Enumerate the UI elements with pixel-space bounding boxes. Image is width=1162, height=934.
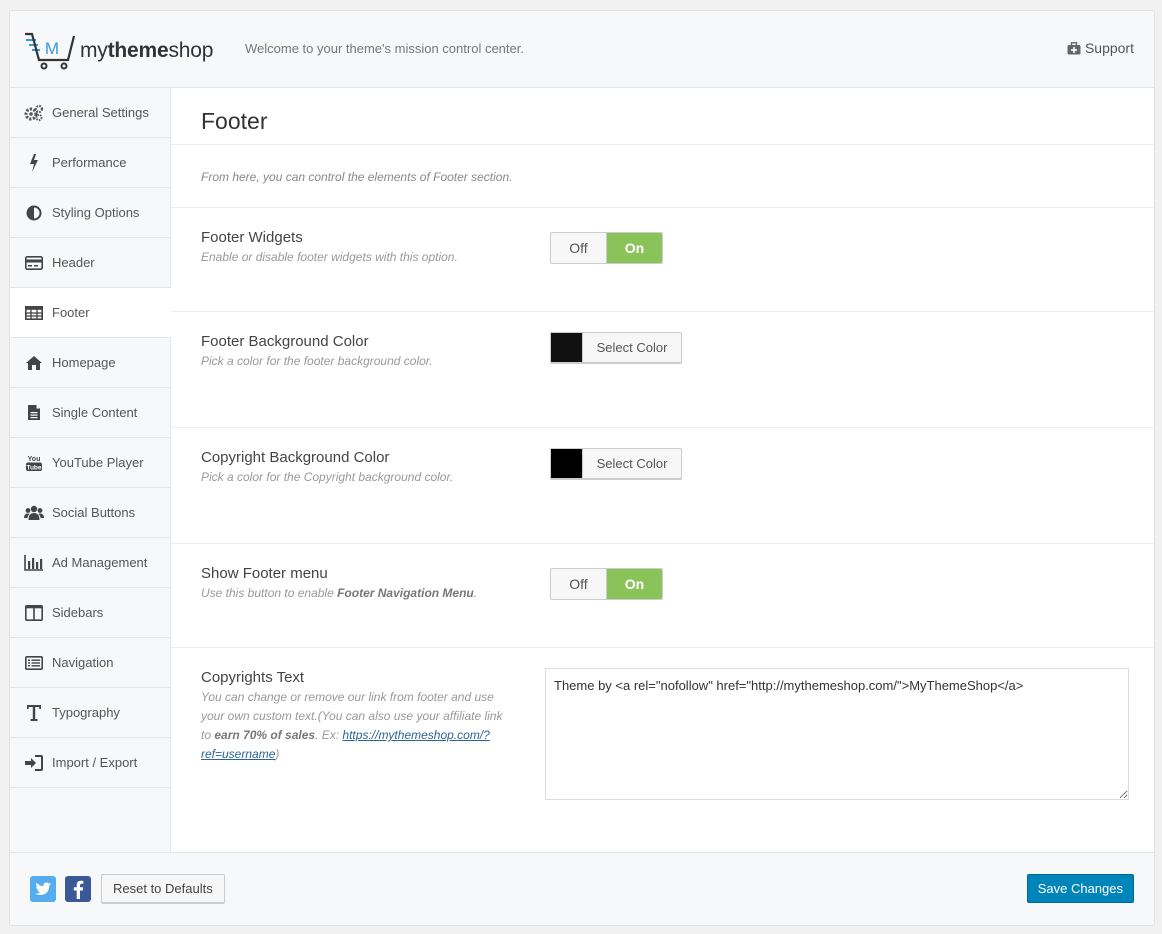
svg-text:M: M: [45, 39, 59, 58]
sidebar-item-label: Performance: [52, 155, 127, 170]
options-panel: M mythemeshop Welcome to your theme's mi…: [9, 10, 1155, 926]
sidebar-item-label: Single Content: [52, 405, 138, 420]
sidebar-item-label: Import / Export: [52, 755, 138, 770]
sign-in-icon: [24, 753, 44, 773]
sidebar-nav: General Settings Performance Styling Opt…: [10, 88, 171, 854]
option-title: Copyrights Text: [201, 669, 305, 686]
section-intro: From here, you can control the elements …: [171, 145, 1154, 208]
sidebar-item-single-content[interactable]: Single Content: [10, 388, 170, 438]
option-title: Footer Widgets: [201, 229, 303, 246]
bar-chart-icon: [24, 553, 44, 573]
select-color-button[interactable]: Select Color: [582, 449, 681, 478]
bolt-icon: [24, 153, 44, 173]
toggle-off-button[interactable]: Off: [551, 233, 607, 263]
medkit-icon: [1067, 41, 1081, 54]
svg-text:Tube: Tube: [26, 464, 41, 471]
cart-logo-icon: M: [25, 32, 76, 70]
color-swatch: [551, 333, 582, 362]
users-icon: [24, 503, 44, 523]
header-bar: M mythemeshop Welcome to your theme's mi…: [10, 11, 1154, 88]
list-icon: [24, 653, 44, 673]
sidebar-item-label: Navigation: [52, 655, 114, 670]
sidebar-item-label: Sidebars: [52, 605, 104, 620]
sidebar-item-label: Social Buttons: [52, 505, 136, 520]
option-description: Pick a color for the Copyright backgroun…: [201, 470, 454, 484]
option-show-footer-menu: Show Footer menu Use this button to enab…: [171, 544, 1154, 648]
facebook-icon[interactable]: [65, 876, 91, 902]
brand-name: mythemeshop: [80, 39, 214, 62]
option-title: Copyright Background Color: [201, 449, 390, 466]
option-title: Footer Background Color: [201, 333, 369, 350]
reset-to-defaults-button[interactable]: Reset to Defaults: [101, 874, 225, 903]
toggle-off-button[interactable]: Off: [551, 569, 607, 599]
support-link[interactable]: Support: [1067, 40, 1134, 56]
document-icon: [24, 403, 44, 423]
sidebar-item-footer[interactable]: Footer: [10, 288, 171, 338]
twitter-icon[interactable]: [30, 876, 56, 902]
settings-content: Footer From here, you can control the el…: [171, 88, 1154, 854]
option-description: Enable or disable footer widgets with th…: [201, 250, 458, 264]
option-footer-widgets: Footer Widgets Enable or disable footer …: [171, 208, 1154, 312]
contrast-icon: [24, 203, 44, 223]
option-description: Pick a color for the footer background c…: [201, 354, 433, 368]
sidebar-item-label: YouTube Player: [52, 455, 144, 470]
youtube-icon: You Tube: [24, 453, 44, 473]
footer-bg-color-picker[interactable]: Select Color: [550, 332, 682, 363]
toggle-on-button[interactable]: On: [607, 569, 662, 599]
sidebar-item-performance[interactable]: Performance: [10, 138, 170, 188]
sidebar-item-youtube-player[interactable]: You Tube YouTube Player: [10, 438, 170, 488]
option-description: Use this button to enable Footer Navigat…: [201, 586, 478, 600]
sidebar-item-navigation[interactable]: Navigation: [10, 638, 170, 688]
footer-menu-toggle[interactable]: Off On: [550, 568, 663, 600]
sidebar-item-label: Ad Management: [52, 555, 148, 570]
header-icon: [24, 253, 44, 273]
sidebar-item-label: Header: [52, 255, 95, 270]
sidebar-item-ad-management[interactable]: Ad Management: [10, 538, 170, 588]
select-color-button[interactable]: Select Color: [582, 333, 681, 362]
sidebar-item-styling-options[interactable]: Styling Options: [10, 188, 170, 238]
option-copyrights-text: Copyrights Text You can change or remove…: [171, 648, 1154, 808]
svg-text:You: You: [28, 456, 41, 463]
sidebar-item-label: General Settings: [52, 105, 149, 120]
sidebar-item-typography[interactable]: Typography: [10, 688, 170, 738]
sidebar-item-header[interactable]: Header: [10, 238, 170, 288]
home-icon: [24, 353, 44, 373]
sidebar-item-label: Styling Options: [52, 205, 140, 220]
sidebar-item-label: Homepage: [52, 355, 116, 370]
option-footer-background-color: Footer Background Color Pick a color for…: [171, 312, 1154, 428]
gears-icon: [24, 103, 44, 123]
sidebar-item-label: Typography: [52, 705, 120, 720]
page-title: Footer: [171, 88, 1154, 145]
footer-widgets-toggle[interactable]: Off On: [550, 232, 663, 264]
sidebar-item-label: Footer: [52, 305, 90, 320]
copyrights-text-input[interactable]: Theme by <a rel="nofollow" href="http://…: [545, 668, 1129, 800]
brand-logo[interactable]: M mythemeshop: [24, 31, 213, 71]
sidebar-item-import-export[interactable]: Import / Export: [10, 738, 170, 788]
footer-bar: Reset to Defaults Save Changes: [10, 852, 1154, 925]
sidebar-item-general-settings[interactable]: General Settings: [10, 88, 170, 138]
table-icon: [24, 303, 44, 323]
toggle-on-button[interactable]: On: [607, 233, 662, 263]
option-description: You can change or remove our link from f…: [201, 690, 503, 761]
copyright-bg-color-picker[interactable]: Select Color: [550, 448, 682, 479]
option-copyright-background-color: Copyright Background Color Pick a color …: [171, 428, 1154, 544]
save-changes-button[interactable]: Save Changes: [1026, 874, 1134, 903]
sidebar-item-homepage[interactable]: Homepage: [10, 338, 170, 388]
tagline: Welcome to your theme's mission control …: [245, 41, 524, 56]
columns-icon: [24, 603, 44, 623]
color-swatch: [551, 449, 582, 478]
text-icon: [24, 703, 44, 723]
sidebar-item-social-buttons[interactable]: Social Buttons: [10, 488, 170, 538]
option-title: Show Footer menu: [201, 565, 328, 582]
sidebar-item-sidebars[interactable]: Sidebars: [10, 588, 170, 638]
